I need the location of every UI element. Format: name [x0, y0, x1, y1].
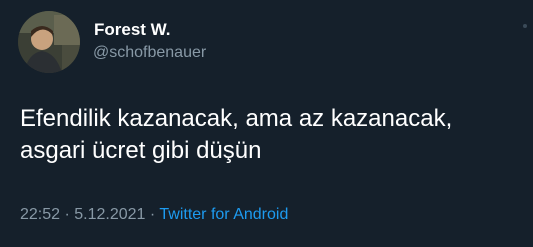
author-name[interactable]: Forest W. [94, 20, 171, 40]
meta-separator: · [145, 206, 160, 223]
tweet-date[interactable]: 5.12.2021 [74, 206, 145, 223]
tweet-meta: 22:52 · 5.12.2021 · Twitter for Android [20, 206, 288, 224]
profile-photo-icon [18, 11, 80, 73]
author-handle[interactable]: @schofbenauer [93, 44, 206, 62]
tweet-card: Forest W. @schofbenauer Efendilik kazana… [0, 0, 533, 247]
meta-separator: · [60, 206, 75, 223]
tweet-text: Efendilik kazanacak, ama az kazanacak, a… [20, 105, 453, 164]
more-options-icon[interactable] [523, 24, 527, 28]
avatar[interactable] [18, 11, 80, 73]
tweet-source-link[interactable]: Twitter for Android [159, 206, 288, 223]
tweet-time[interactable]: 22:52 [20, 206, 60, 223]
